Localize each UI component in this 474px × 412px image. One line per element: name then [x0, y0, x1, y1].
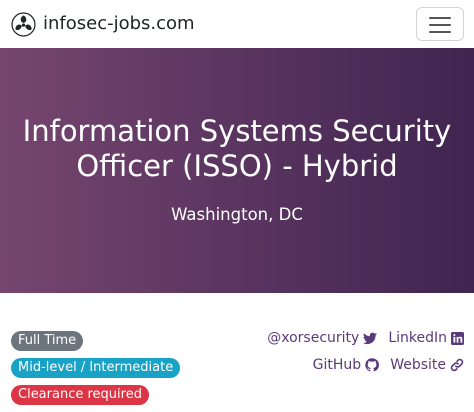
github-link-label: GitHub	[312, 357, 362, 373]
company-links: @xorsecurity LinkedIn GitHub Website	[256, 328, 464, 382]
job-title-line-1: Information Systems Security	[22, 114, 452, 148]
github-icon	[365, 358, 380, 372]
linkedin-link[interactable]: LinkedIn	[388, 330, 464, 346]
linkedin-link-label: LinkedIn	[388, 330, 447, 346]
hamburger-menu-icon	[429, 17, 451, 19]
job-header-banner: Information Systems Security Officer (IS…	[0, 48, 474, 293]
navbar: infosec-jobs.com	[0, 0, 474, 48]
twitter-icon	[363, 332, 378, 344]
hamburger-menu-icon-bar	[429, 24, 451, 26]
twitter-link-label: @xorsecurity	[267, 330, 360, 346]
company-links-row-1: @xorsecurity LinkedIn	[256, 328, 464, 348]
job-title: Information Systems Security Officer (IS…	[0, 114, 474, 184]
job-location: Washington, DC	[171, 205, 303, 224]
experience-level-badge[interactable]: Mid-level / Intermediate	[11, 358, 181, 378]
website-link[interactable]: Website	[390, 357, 464, 373]
linkedin-icon	[451, 331, 464, 345]
link-icon	[450, 358, 464, 372]
hamburger-menu-icon-bar	[429, 31, 451, 33]
company-links-row-2: GitHub Website	[256, 355, 464, 375]
github-link[interactable]: GitHub	[313, 357, 380, 373]
employment-type-badge[interactable]: Full Time	[11, 331, 84, 351]
brand-link[interactable]: infosec-jobs.com	[11, 11, 195, 37]
job-title-line-2: Officer (ISSO) - Hybrid	[76, 149, 398, 183]
twitter-link[interactable]: @xorsecurity	[267, 330, 378, 346]
clearance-badge[interactable]: Clearance required	[11, 385, 149, 405]
biohazard-icon	[11, 11, 36, 37]
website-link-label: Website	[390, 357, 446, 373]
brand-name: infosec-jobs.com	[43, 13, 195, 34]
menu-toggle-button[interactable]	[416, 7, 464, 41]
